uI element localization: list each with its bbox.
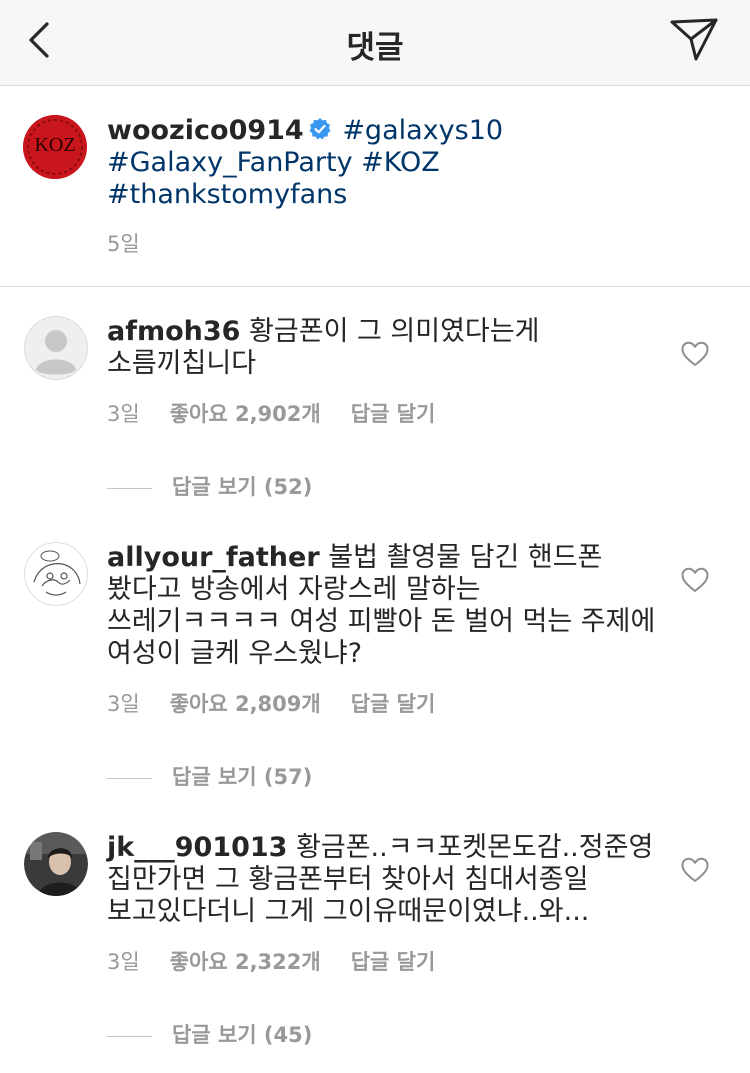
comment-body: 쓰레기ㅋㅋㅋㅋ 여성 피빨아 돈 벌어 먹는 주제에 [107, 606, 656, 637]
comment-body: 소름끼칩니다 [107, 348, 257, 379]
top-navigation-bar: 댓글 [0, 0, 750, 86]
page-title: 댓글 [346, 30, 404, 66]
hashtag-link[interactable]: #galaxys10 [342, 115, 503, 146]
avatar-logo-text: KOZ [34, 134, 76, 156]
like-button[interactable] [681, 341, 709, 367]
likes-count[interactable]: 좋아요 2,809개 [170, 688, 321, 718]
avatar[interactable] [24, 832, 88, 896]
divider [107, 777, 152, 779]
view-replies-button[interactable]: 답글 보기 (57) [107, 761, 312, 791]
comment-username[interactable]: allyour_father [107, 542, 320, 573]
default-avatar-icon [24, 316, 88, 380]
heart-icon [681, 857, 709, 882]
photo-avatar-icon [24, 832, 88, 896]
comment-meta: 3일 좋아요 2,809개 답글 달기 [107, 688, 435, 718]
likes-count[interactable]: 좋아요 2,902개 [170, 398, 321, 428]
sketch-avatar-icon [24, 542, 88, 606]
paper-plane-icon [670, 18, 718, 61]
reply-button[interactable]: 답글 달기 [351, 688, 436, 718]
like-button[interactable] [681, 857, 709, 883]
comment-text: jk___901013 황금폰..ㅋㅋ포켓몬도감..정준영 집만가면 그 황금폰… [107, 832, 667, 928]
comment-timestamp: 3일 [107, 950, 140, 974]
divider [107, 487, 152, 489]
view-replies-button[interactable]: 답글 보기 (45) [107, 1019, 312, 1049]
avatar[interactable] [24, 316, 88, 380]
comment-meta: 3일 좋아요 2,902개 답글 달기 [107, 398, 435, 428]
heart-icon [681, 341, 709, 366]
likes-count[interactable]: 좋아요 2,322개 [170, 946, 321, 976]
comment-body: 집만가면 그 황금폰부터 찾아서 침대서종일 [107, 864, 589, 895]
comment-body: 황금폰이 그 의미였다는게 [249, 316, 540, 347]
comment-timestamp: 3일 [107, 402, 140, 426]
comment-body: 불법 촬영물 담긴 핸드폰 [328, 542, 603, 573]
caption-timestamp: 5일 [107, 232, 140, 256]
view-replies-label: 답글 보기 (57) [172, 765, 313, 789]
post-caption: KOZ woozico0914 #galaxys10 #Galaxy_FanPa… [0, 87, 750, 287]
hashtag-link[interactable]: #Galaxy_FanParty #KOZ [107, 147, 440, 178]
like-button[interactable] [681, 567, 709, 593]
comment-body: 황금폰..ㅋㅋ포켓몬도감..정준영 [296, 832, 654, 863]
comment-timestamp: 3일 [107, 692, 140, 716]
view-replies-label: 답글 보기 (45) [172, 1023, 313, 1047]
caption-username[interactable]: woozico0914 [107, 115, 304, 146]
hashtag-link[interactable]: #thankstomyfans [107, 179, 347, 210]
heart-icon [681, 567, 709, 592]
avatar[interactable]: KOZ [23, 115, 87, 179]
reply-button[interactable]: 답글 달기 [351, 398, 436, 428]
view-replies-button[interactable]: 답글 보기 (52) [107, 471, 312, 501]
comment-body: 보고있다더니 그게 그이유때문이였냐..와... [107, 896, 590, 927]
comment-username[interactable]: afmoh36 [107, 316, 240, 347]
comment-text: afmoh36 황금폰이 그 의미였다는게 소름끼칩니다 [107, 316, 667, 380]
comment-body: 여성이 글케 우스웠냐? [107, 638, 363, 669]
comment-body: 봤다고 방송에서 자랑스레 말하는 [107, 574, 481, 605]
divider [107, 1035, 152, 1037]
comment-text: allyour_father 불법 촬영물 담긴 핸드폰 봤다고 방송에서 자랑… [107, 542, 667, 670]
reply-button[interactable]: 답글 달기 [351, 946, 436, 976]
verified-badge-icon [309, 118, 331, 140]
comment-meta: 3일 좋아요 2,322개 답글 달기 [107, 946, 435, 976]
share-button[interactable] [668, 17, 720, 63]
caption-text: woozico0914 #galaxys10 #Galaxy_FanParty … [107, 115, 727, 211]
view-replies-label: 답글 보기 (52) [172, 475, 313, 499]
comment-username[interactable]: jk___901013 [107, 832, 287, 863]
avatar[interactable] [24, 542, 88, 606]
